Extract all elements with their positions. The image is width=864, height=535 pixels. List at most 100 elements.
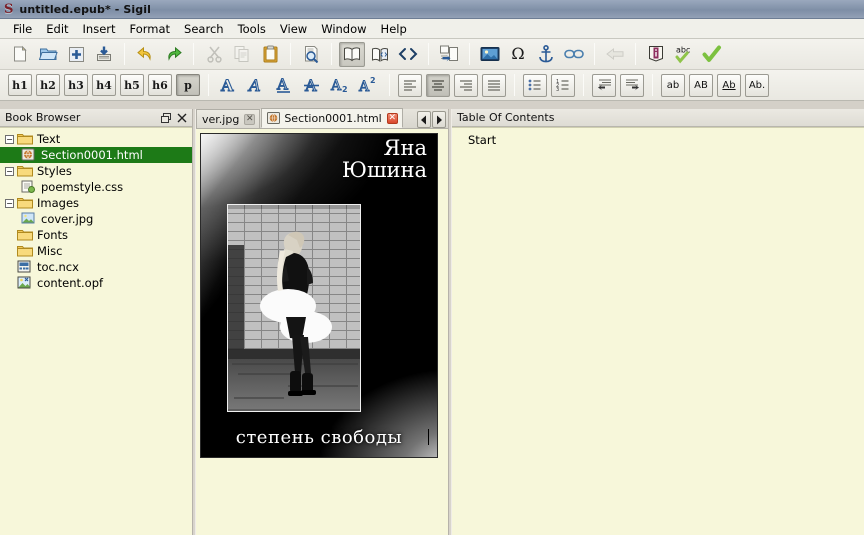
toc-header: Table Of Contents — [452, 109, 864, 127]
restore-window-icon[interactable] — [159, 111, 173, 125]
find-replace-button[interactable] — [298, 42, 324, 67]
svg-text:3: 3 — [556, 87, 559, 92]
code-view-button[interactable] — [395, 42, 421, 67]
tree-item-poemstyle-css[interactable]: poemstyle.css — [0, 179, 192, 195]
superscript-button[interactable]: A2 — [357, 74, 381, 97]
expander-icon[interactable]: − — [4, 134, 15, 145]
lowercase-button[interactable]: ab — [661, 74, 685, 97]
menu-tools[interactable]: Tools — [231, 20, 273, 38]
bullet-list-button[interactable] — [523, 74, 547, 97]
tab-close-icon[interactable]: ✕ — [244, 114, 255, 125]
menu-view[interactable]: View — [273, 20, 314, 38]
menu-bar: File Edit Insert Format Search Tools Vie… — [0, 19, 864, 39]
paragraph-button[interactable]: p — [176, 74, 200, 96]
insert-id-anchor-button[interactable] — [533, 42, 559, 67]
tree-item-fonts-folder[interactable]: Fonts — [0, 227, 192, 243]
numbered-list-button[interactable]: 123 — [551, 74, 575, 97]
close-x-icon[interactable] — [175, 111, 189, 125]
align-right-button[interactable] — [454, 74, 478, 97]
split-view-button[interactable] — [367, 42, 393, 67]
menu-search[interactable]: Search — [177, 20, 231, 38]
underline-button[interactable]: A — [273, 74, 297, 97]
tree-item-misc-folder[interactable]: Misc — [0, 243, 192, 259]
insert-image-button[interactable] — [477, 42, 503, 67]
heading-h1-button[interactable]: h1 — [8, 74, 32, 96]
toc-tree[interactable]: Start — [452, 127, 864, 535]
tab-close-icon[interactable]: ✕ — [387, 113, 398, 124]
expander-icon[interactable]: − — [4, 198, 15, 209]
back-button[interactable] — [602, 42, 628, 67]
tree-item-label: cover.jpg — [41, 212, 93, 226]
align-left-button[interactable] — [398, 74, 422, 97]
indent-button[interactable] — [620, 74, 644, 97]
metadata-editor-button[interactable] — [643, 42, 669, 67]
sentencecase-button[interactable]: Ab. — [745, 74, 769, 97]
book-view-button[interactable] — [339, 42, 365, 67]
book-browser-title: Book Browser — [5, 111, 157, 124]
heading-h6-button[interactable]: h6 — [148, 74, 172, 96]
menu-format[interactable]: Format — [123, 20, 178, 38]
outdent-button[interactable] — [592, 74, 616, 97]
italic-button[interactable]: A — [245, 74, 269, 97]
tree-item-toc-ncx[interactable]: toc.ncx — [0, 259, 192, 275]
copy-button[interactable] — [229, 42, 255, 67]
format-toolbar: h1 h2 h3 h4 h5 h6 p A A A A A2 A2 — [0, 70, 864, 101]
svg-text:A: A — [276, 76, 288, 94]
folder-icon — [17, 244, 33, 258]
tab-section0001-html[interactable]: Section0001.html ✕ — [261, 108, 402, 128]
css-file-icon — [21, 180, 37, 194]
insert-link-button[interactable] — [561, 42, 587, 67]
align-center-button[interactable] — [426, 74, 450, 97]
heading-h5-button[interactable]: h5 — [120, 74, 144, 96]
undo-button[interactable] — [132, 42, 158, 67]
bold-button[interactable]: A — [217, 74, 241, 97]
tree-item-content-opf[interactable]: content.opf — [0, 275, 192, 291]
menu-insert[interactable]: Insert — [76, 20, 123, 38]
insert-special-character-button[interactable]: Ω — [505, 42, 531, 67]
tree-item-label: content.opf — [37, 276, 103, 290]
menu-edit[interactable]: Edit — [39, 20, 75, 38]
cover-title-text: степень свободы — [201, 427, 437, 448]
tree-item-section0001-html[interactable]: Section0001.html — [0, 147, 192, 163]
heading-h2-button[interactable]: h2 — [36, 74, 60, 96]
cover-photograph — [227, 204, 361, 412]
open-file-button[interactable] — [35, 42, 61, 67]
new-file-button[interactable] — [7, 42, 33, 67]
heading-h4-button[interactable]: h4 — [92, 74, 116, 96]
save-file-button[interactable] — [91, 42, 117, 67]
toolbar-separator — [469, 43, 470, 65]
toc-entry-start[interactable]: Start — [452, 132, 864, 147]
book-view-editor[interactable]: Яна Юшина — [196, 129, 448, 535]
paste-button[interactable] — [257, 42, 283, 67]
tree-item-images-folder[interactable]: − Images — [0, 195, 192, 211]
omega-icon: Ω — [511, 46, 524, 62]
image-file-icon — [21, 212, 37, 226]
menu-help[interactable]: Help — [374, 20, 414, 38]
tab-scroll-right-button[interactable] — [432, 111, 446, 128]
split-at-cursor-button[interactable] — [436, 42, 462, 67]
add-file-button[interactable] — [63, 42, 89, 67]
tab-cover-jpg[interactable]: ver.jpg ✕ — [196, 109, 260, 128]
toc-title: Table Of Contents — [457, 111, 861, 124]
validate-epub-button[interactable] — [699, 42, 725, 67]
uppercase-button[interactable]: AB — [689, 74, 713, 97]
expander-icon[interactable]: − — [4, 166, 15, 177]
tab-scroll-left-button[interactable] — [417, 111, 431, 128]
strikethrough-button[interactable]: A — [301, 74, 325, 97]
tree-item-text-folder[interactable]: − Text — [0, 131, 192, 147]
tree-item-styles-folder[interactable]: − Styles — [0, 163, 192, 179]
book-browser-tree[interactable]: − Text Section0001.html − — [0, 127, 192, 535]
redo-button[interactable] — [160, 42, 186, 67]
heading-h3-button[interactable]: h3 — [64, 74, 88, 96]
spellcheck-button[interactable]: abc — [671, 42, 697, 67]
svg-text:2: 2 — [370, 76, 376, 85]
tree-item-cover-jpg[interactable]: cover.jpg — [0, 211, 192, 227]
subscript-button[interactable]: A2 — [329, 74, 353, 97]
cut-button[interactable] — [201, 42, 227, 67]
svg-text:A: A — [358, 79, 370, 94]
toolbar-separator — [290, 43, 291, 65]
menu-window[interactable]: Window — [314, 20, 373, 38]
titlecase-button[interactable]: Ab — [717, 74, 741, 97]
align-justify-button[interactable] — [482, 74, 506, 97]
menu-file[interactable]: File — [6, 20, 39, 38]
